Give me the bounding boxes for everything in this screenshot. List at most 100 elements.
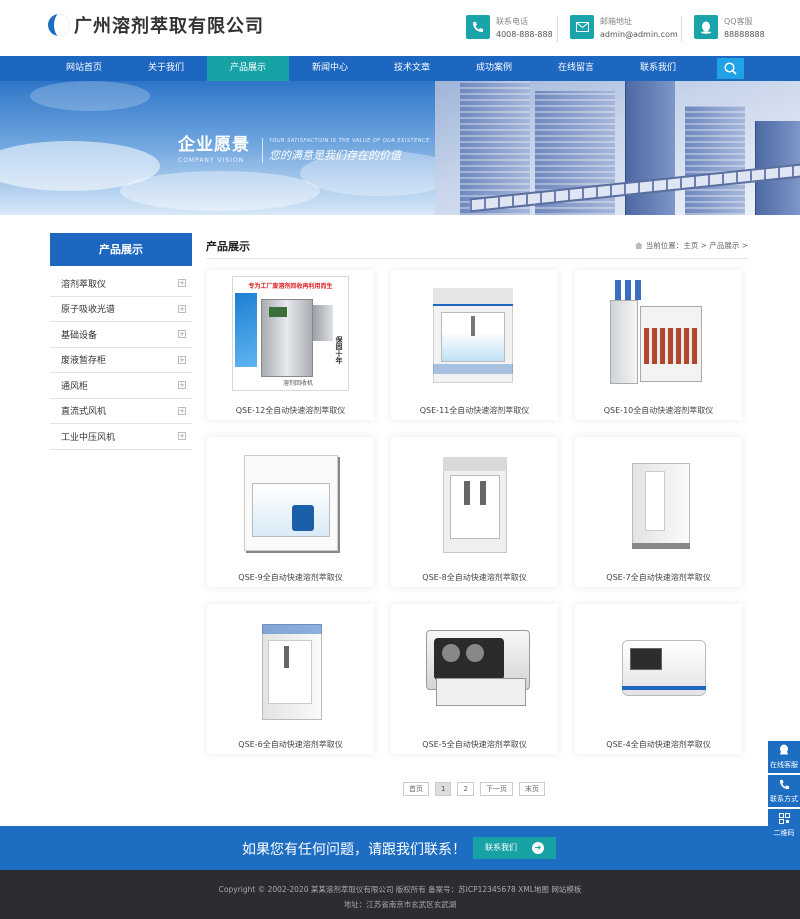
sidebar-title: 产品展示 (50, 233, 192, 266)
sidebar-item-fume-hood[interactable]: 通风柜 + (50, 373, 192, 399)
pager-page-1[interactable]: 1 (435, 782, 452, 796)
company-name: 广州溶剂萃取有限公司 (74, 16, 264, 37)
product-image (600, 276, 717, 391)
product-name[interactable]: QSE-5全自动快速溶剂萃取仪 (391, 739, 558, 750)
product-name[interactable]: QSE-10全自动快速溶剂萃取仪 (575, 405, 742, 416)
qrcode-icon (768, 809, 800, 828)
nav-item-cases[interactable]: 成功案例 (453, 56, 535, 81)
nav-item-contact[interactable]: 联系我们 (617, 56, 699, 81)
banner-vision: 企业愿景 COMPANY VISION (178, 130, 250, 164)
product-name[interactable]: QSE-6全自动快速溶剂萃取仪 (207, 739, 374, 750)
product-name[interactable]: QSE-8全自动快速溶剂萃取仪 (391, 572, 558, 583)
banner-slogan-block: YOUR SATISFACTION IS THE VALUE OF OUR EX… (262, 138, 432, 163)
sidebar-item-label: 工业中压风机 (61, 432, 116, 443)
footer-address: 地址：江苏省南京市玄武区玄武湖 (343, 900, 457, 909)
sidebar-item-waste-cabinet[interactable]: 废液暂存柜 + (50, 348, 192, 373)
cta-text: 如果您有任何问题，请跟我们联系！ (242, 842, 466, 858)
sidebar-item-basic-equipment[interactable]: 基础设备 + (50, 322, 192, 348)
content-title: 产品展示 (206, 240, 250, 253)
site-header: 广州溶剂萃取有限公司 联系电话 4008-888-888 邮箱地址 admin@… (0, 0, 800, 56)
nav-item-news[interactable]: 新闻中心 (289, 56, 371, 81)
footer: Copyright © 2002-2020 某某溶剂萃取仪有限公司 版权所有 备… (0, 870, 800, 919)
product-name[interactable]: QSE-4全自动快速溶剂萃取仪 (575, 739, 742, 750)
pager-first[interactable]: 首页 (403, 782, 429, 796)
sidebar-item-solvent-extractor[interactable]: 溶剂萃取仪 + (50, 271, 192, 297)
logo[interactable]: 广州溶剂萃取有限公司 (48, 12, 264, 38)
product-image: 专为工厂废溶剂回收再利用而生 保固十年 溶剂回收机 (232, 276, 349, 391)
product-promo-text: 专为工厂废溶剂回收再利用而生 (248, 283, 333, 290)
search-icon (724, 62, 737, 75)
nav-item-about[interactable]: 关于我们 (125, 56, 207, 81)
product-card[interactable]: QSE-8全自动快速溶剂萃取仪 (391, 437, 558, 587)
header-divider (681, 16, 682, 42)
contact-phone-value: 4008-888-888 (496, 30, 553, 39)
sidebar-item-industrial-fan[interactable]: 工业中压风机 + (50, 424, 192, 450)
banner-slogan: 您的满意是我们存在的价值 (269, 149, 401, 162)
pager-last[interactable]: 末页 (518, 782, 545, 796)
product-name[interactable]: QSE-12全自动快速溶剂萃取仪 (207, 405, 374, 416)
sidebar-item-dc-fan[interactable]: 直流式风机 + (50, 399, 192, 424)
float-online-label: 在线客服 (770, 761, 798, 769)
plus-icon: + (178, 330, 186, 339)
email-icon (570, 15, 594, 39)
sidebar-item-label: 原子吸收光谱 (61, 305, 116, 316)
contact-email: 邮箱地址 admin@admin.com (570, 15, 678, 41)
banner-cloud (120, 171, 320, 211)
product-name[interactable]: QSE-11全自动快速溶剂萃取仪 (391, 405, 558, 416)
product-image (416, 610, 533, 725)
home-icon (634, 242, 643, 249)
contact-email-value: admin@admin.com (600, 30, 678, 39)
product-card[interactable]: QSE-6全自动快速溶剂萃取仪 (207, 604, 374, 754)
product-card[interactable]: QSE-7全自动快速溶剂萃取仪 (575, 437, 742, 587)
float-qrcode[interactable]: 二维码 (768, 809, 800, 841)
phone-icon (466, 15, 490, 39)
product-name[interactable]: QSE-9全自动快速溶剂萃取仪 (207, 572, 374, 583)
contact-phone: 联系电话 4008-888-888 (466, 15, 553, 41)
float-contact[interactable]: 联系方式 (768, 775, 800, 807)
content-header: 产品展示 当前位置：主页 > 产品展示 > (206, 233, 748, 259)
search-button[interactable] (717, 58, 744, 79)
product-name[interactable]: QSE-7全自动快速溶剂萃取仪 (575, 572, 742, 583)
banner-slogan-en: YOUR SATISFACTION IS THE VALUE OF OUR EX… (269, 138, 432, 144)
nav-item-message[interactable]: 在线留言 (535, 56, 617, 81)
contact-us-label: 联系我们 (485, 843, 517, 852)
product-image (600, 443, 717, 558)
nav-item-products[interactable]: 产品展示 (207, 56, 289, 81)
pager-next[interactable]: 下一页 (479, 782, 513, 796)
product-card[interactable]: QSE-9全自动快速溶剂萃取仪 (207, 437, 374, 587)
float-online-service[interactable]: 在线客服 (768, 741, 800, 773)
product-image (416, 276, 533, 391)
pager-page-2[interactable]: 2 (457, 782, 474, 796)
chat-icon (768, 741, 800, 760)
float-qrcode-label: 二维码 (773, 829, 795, 837)
product-card[interactable]: QSE-10全自动快速溶剂萃取仪 (575, 270, 742, 420)
nav-item-articles[interactable]: 技术文章 (371, 56, 453, 81)
product-card[interactable]: QSE-11全自动快速溶剂萃取仪 (391, 270, 558, 420)
breadcrumb-text[interactable]: 当前位置：主页 > 产品展示 > (646, 240, 748, 251)
sidebar-item-label: 废液暂存柜 (61, 356, 107, 367)
header-divider (557, 16, 558, 42)
phone-icon (768, 775, 800, 794)
logo-mark-icon (48, 14, 70, 36)
sidebar-item-aas[interactable]: 原子吸收光谱 + (50, 297, 192, 322)
sidebar-item-label: 溶剂萃取仪 (61, 279, 107, 290)
contact-us-button[interactable]: 联系我们 ➜ (473, 837, 556, 859)
contact-qq-title: QQ客服 (724, 17, 753, 26)
plus-icon: + (178, 406, 186, 415)
main-nav: 网站首页 关于我们 产品展示 新闻中心 技术文章 成功案例 在线留言 联系我们 (0, 56, 800, 81)
product-side-text: 溶剂回收机 (282, 380, 313, 387)
float-contact-label: 联系方式 (770, 795, 798, 803)
product-card[interactable]: 专为工厂废溶剂回收再利用而生 保固十年 溶剂回收机 QSE-12全自动快速溶剂萃… (207, 270, 374, 420)
qq-icon (694, 15, 718, 39)
contact-qq-value: 88888888 (724, 30, 765, 39)
contact-email-title: 邮箱地址 (600, 17, 632, 26)
plus-icon: + (178, 432, 186, 441)
product-card[interactable]: QSE-5全自动快速溶剂萃取仪 (391, 604, 558, 754)
product-card[interactable]: QSE-4全自动快速溶剂萃取仪 (575, 604, 742, 754)
contact-phone-title: 联系电话 (496, 17, 528, 26)
pagination: 首页 1 2 下一页 末页 (403, 782, 551, 796)
product-image (416, 443, 533, 558)
contact-qq: QQ客服 88888888 (694, 15, 765, 41)
banner-title: 企业愿景 (178, 135, 250, 155)
nav-item-home[interactable]: 网站首页 (43, 56, 125, 81)
